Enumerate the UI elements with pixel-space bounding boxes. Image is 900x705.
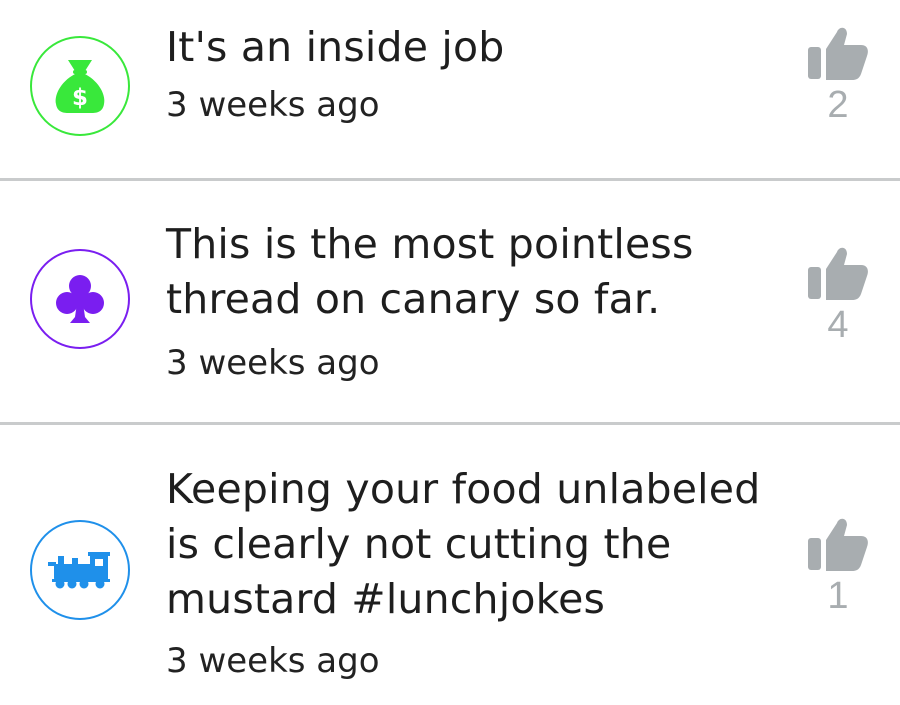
- like-count: 1: [827, 575, 849, 617]
- club-suit-icon: [56, 275, 104, 323]
- comment-text: This is the most pointless thread on can…: [166, 220, 694, 323]
- user-avatar[interactable]: [30, 249, 130, 349]
- user-avatar[interactable]: $: [30, 36, 130, 136]
- comment-item[interactable]: $ It's an inside job 3 weeks ago 2: [0, 0, 900, 181]
- user-avatar[interactable]: [30, 520, 130, 620]
- like-count: 4: [827, 304, 849, 346]
- like-button[interactable]: 4: [806, 245, 870, 345]
- comment-body: It's an inside job 3 weeks ago: [166, 20, 770, 125]
- comment-text: Keeping your food unlabeled is clearly n…: [166, 465, 761, 623]
- comment-body: Keeping your food unlabeled is clearly n…: [166, 462, 770, 681]
- thumbs-up-icon: [808, 247, 868, 300]
- like-button[interactable]: 1: [806, 516, 870, 616]
- svg-text:$: $: [72, 85, 88, 111]
- comment-timestamp: 3 weeks ago: [166, 343, 380, 383]
- comment-item[interactable]: This is the most pointless thread on can…: [0, 181, 900, 425]
- thumbs-up-icon: [808, 518, 868, 571]
- train-icon: [48, 552, 110, 589]
- like-count: 2: [827, 84, 849, 126]
- comment-list: $ It's an inside job 3 weeks ago 2 This …: [0, 0, 900, 705]
- money-bag-icon: $: [55, 60, 105, 113]
- comment-timestamp: 3 weeks ago: [166, 641, 380, 681]
- comment-timestamp: 3 weeks ago: [166, 85, 380, 125]
- comment-item[interactable]: Keeping your food unlabeled is clearly n…: [0, 425, 900, 705]
- thumbs-up-icon: [808, 27, 868, 80]
- comment-body: This is the most pointless thread on can…: [166, 217, 770, 383]
- comment-text: It's an inside job: [166, 23, 505, 71]
- like-button[interactable]: 2: [806, 25, 870, 125]
